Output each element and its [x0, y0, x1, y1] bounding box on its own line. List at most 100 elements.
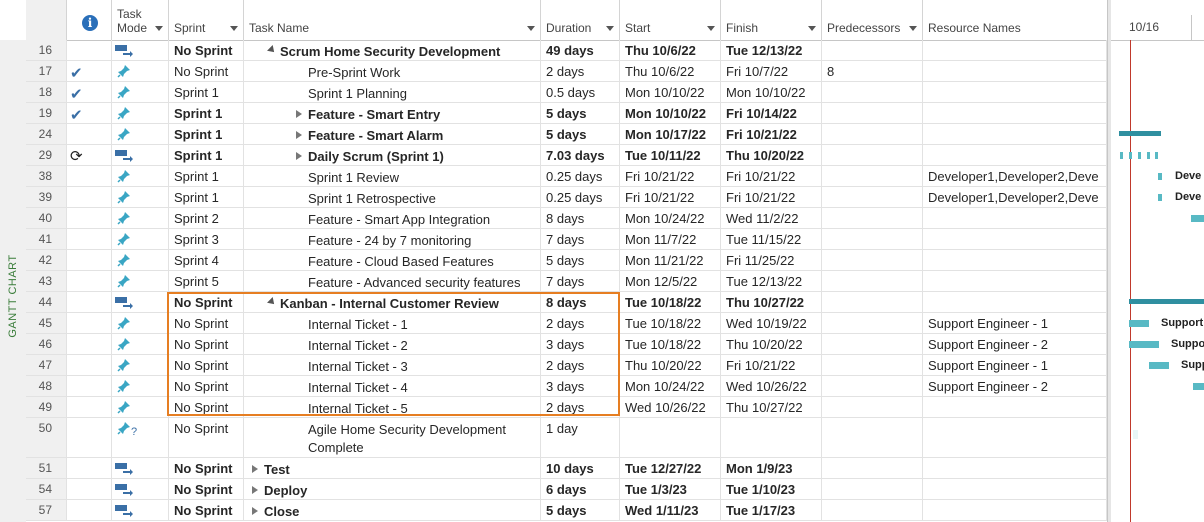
cell-start[interactable]: Tue 12/27/22 — [620, 458, 721, 478]
cell-mode[interactable] — [112, 271, 169, 291]
cell-start[interactable]: Fri 10/21/22 — [620, 166, 721, 186]
cell-finish[interactable]: Thu 10/20/22 — [721, 334, 822, 354]
cell-mode[interactable] — [112, 61, 169, 81]
cell-pred[interactable] — [822, 145, 923, 165]
cell-finish[interactable]: Tue 1/10/23 — [721, 479, 822, 499]
cell-finish[interactable]: Tue 12/13/22 — [721, 271, 822, 291]
table-row[interactable]: 45 No Sprint Internal Ticket - 1 2 days Tue … — [26, 313, 1107, 334]
cell-duration[interactable]: 8 days — [541, 208, 620, 228]
cell-pred[interactable] — [822, 124, 923, 144]
cell-duration[interactable]: 2 days — [541, 61, 620, 81]
cell-pred[interactable] — [822, 397, 923, 417]
cell-res[interactable] — [923, 145, 1107, 165]
indicators-header[interactable]: i — [67, 0, 112, 40]
cell-start[interactable]: Tue 10/18/22 — [620, 313, 721, 333]
cell-finish[interactable]: Mon 1/9/23 — [721, 458, 822, 478]
table-row[interactable]: 19 ✔ Sprint 1 Feature - Smart Entry 5 days Mo… — [26, 103, 1107, 124]
table-row[interactable]: 48 No Sprint Internal Ticket - 4 3 days Mon … — [26, 376, 1107, 397]
cell-start[interactable]: Mon 10/24/22 — [620, 376, 721, 396]
cell-ind[interactable] — [67, 500, 112, 520]
cell-start[interactable]: Tue 1/3/23 — [620, 479, 721, 499]
gantt-bar[interactable] — [1147, 152, 1150, 159]
cell-res[interactable] — [923, 40, 1107, 60]
cell-finish[interactable]: Wed 10/26/22 — [721, 376, 822, 396]
cell-res[interactable]: Developer1,Developer2,Deve — [923, 166, 1107, 186]
cell-res[interactable]: Support Engineer - 2 — [923, 334, 1107, 354]
cell-duration[interactable]: 2 days — [541, 313, 620, 333]
table-row[interactable]: 39 Sprint 1 Sprint 1 Retrospective 0.25 day… — [26, 187, 1107, 208]
cell-start[interactable]: Wed 1/11/23 — [620, 500, 721, 520]
cell-start[interactable]: Thu 10/6/22 — [620, 40, 721, 60]
cell-sprint[interactable]: No Sprint — [169, 292, 244, 312]
cell-mode[interactable]: ? — [112, 418, 169, 457]
cell-ind[interactable] — [67, 313, 112, 333]
cell-mode[interactable] — [112, 376, 169, 396]
table-row[interactable]: 42 Sprint 4 Feature - Cloud Based Features… — [26, 250, 1107, 271]
gantt-bar[interactable] — [1119, 131, 1161, 136]
table-row[interactable]: 40 Sprint 2 Feature - Smart App Integratio… — [26, 208, 1107, 229]
expand-icon[interactable] — [252, 507, 258, 515]
cell-pred[interactable] — [822, 458, 923, 478]
cell-duration[interactable]: 1 day — [541, 418, 620, 457]
cell-start[interactable]: Wed 10/26/22 — [620, 397, 721, 417]
cell-ind[interactable] — [67, 124, 112, 144]
cell-ind[interactable] — [67, 271, 112, 291]
cell-id[interactable]: 17 — [26, 61, 67, 81]
cell-mode[interactable] — [112, 479, 169, 499]
cell-name[interactable]: Internal Ticket - 4 — [244, 376, 541, 396]
cell-mode[interactable] — [112, 334, 169, 354]
cell-duration[interactable]: 5 days — [541, 124, 620, 144]
cell-ind[interactable] — [67, 187, 112, 207]
cell-id[interactable]: 39 — [26, 187, 67, 207]
cell-id[interactable]: 38 — [26, 166, 67, 186]
cell-pred[interactable] — [822, 418, 923, 457]
cell-res[interactable] — [923, 229, 1107, 249]
cell-sprint[interactable]: No Sprint — [169, 479, 244, 499]
cell-pred[interactable] — [822, 229, 923, 249]
cell-id[interactable]: 48 — [26, 376, 67, 396]
expand-icon[interactable] — [296, 152, 302, 160]
cell-start[interactable]: Mon 12/5/22 — [620, 271, 721, 291]
cell-name[interactable]: Test — [244, 458, 541, 478]
gantt-bar[interactable] — [1138, 152, 1141, 159]
cell-duration[interactable]: 3 days — [541, 376, 620, 396]
table-row[interactable]: 44 No Sprint Kanban - Internal Customer Re… — [26, 292, 1107, 313]
cell-mode[interactable] — [112, 250, 169, 270]
cell-finish[interactable]: Fri 10/21/22 — [721, 124, 822, 144]
cell-name[interactable]: Feature - Cloud Based Features — [244, 250, 541, 270]
cell-id[interactable]: 40 — [26, 208, 67, 228]
cell-res[interactable] — [923, 292, 1107, 312]
gantt-bar[interactable] — [1193, 383, 1204, 390]
cell-sprint[interactable]: Sprint 3 — [169, 229, 244, 249]
cell-mode[interactable] — [112, 187, 169, 207]
cell-ind[interactable]: ⟳ — [67, 145, 112, 165]
cell-name[interactable]: Internal Ticket - 2 — [244, 334, 541, 354]
gantt-bar[interactable] — [1158, 173, 1162, 180]
cell-start[interactable]: Fri 10/21/22 — [620, 187, 721, 207]
cell-start[interactable]: Mon 10/10/22 — [620, 103, 721, 123]
cell-finish[interactable]: Thu 10/20/22 — [721, 145, 822, 165]
cell-name[interactable]: Feature - Smart Entry — [244, 103, 541, 123]
cell-mode[interactable] — [112, 292, 169, 312]
cell-sprint[interactable]: No Sprint — [169, 334, 244, 354]
cell-id[interactable]: 46 — [26, 334, 67, 354]
cell-res[interactable] — [923, 124, 1107, 144]
cell-sprint[interactable]: Sprint 1 — [169, 166, 244, 186]
cell-pred[interactable] — [822, 82, 923, 102]
cell-name[interactable]: Feature - Smart App Integration — [244, 208, 541, 228]
cell-res[interactable]: Support Engineer - 1 — [923, 313, 1107, 333]
cell-name[interactable]: Deploy — [244, 479, 541, 499]
cell-duration[interactable]: 0.25 days — [541, 166, 620, 186]
table-row[interactable]: 50? No Sprint Agile Home Security Developm… — [26, 418, 1107, 458]
cell-duration[interactable]: 2 days — [541, 397, 620, 417]
cell-name[interactable]: Close — [244, 500, 541, 520]
cell-sprint[interactable]: Sprint 2 — [169, 208, 244, 228]
cell-sprint[interactable]: Sprint 1 — [169, 124, 244, 144]
cell-pred[interactable] — [822, 355, 923, 375]
cell-sprint[interactable]: Sprint 1 — [169, 187, 244, 207]
predecessors-header[interactable]: Predecessors — [822, 0, 923, 40]
cell-duration[interactable]: 7.03 days — [541, 145, 620, 165]
cell-ind[interactable] — [67, 376, 112, 396]
cell-res[interactable] — [923, 250, 1107, 270]
cell-sprint[interactable]: No Sprint — [169, 61, 244, 81]
